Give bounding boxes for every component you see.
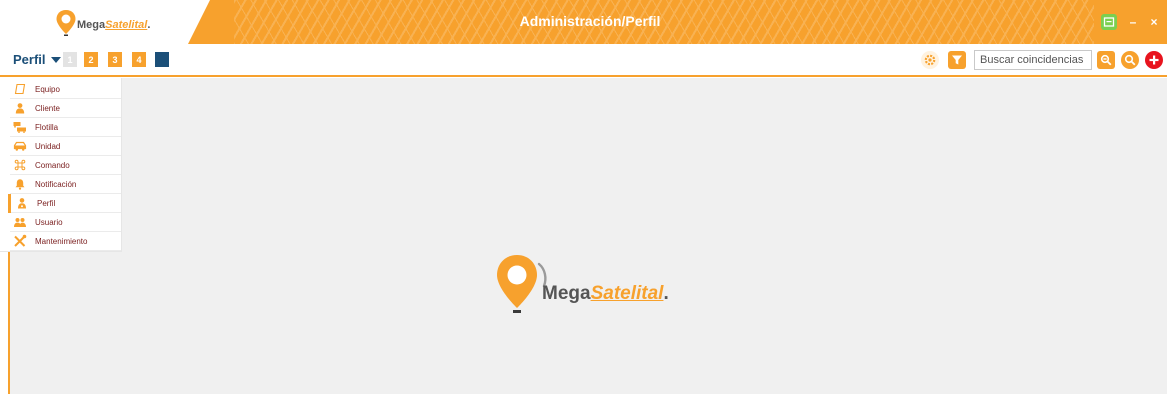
menu-item-label: Cliente	[35, 103, 60, 113]
menu-item-label: Notificación	[35, 179, 77, 189]
menu-item-label: Unidad	[35, 141, 61, 151]
filter-icon[interactable]	[948, 51, 966, 69]
title-bar-logo-panel: MegaSatelital.	[0, 0, 234, 44]
brand-accent: Satelital	[105, 19, 148, 31]
command-icon	[13, 158, 27, 172]
menu-item-label: Mantenimiento	[35, 236, 88, 246]
users-icon	[13, 215, 27, 229]
menu-item-label: Comando	[35, 160, 70, 170]
client-icon	[13, 101, 27, 115]
tools-icon	[13, 234, 27, 248]
bell-icon	[13, 177, 27, 191]
vehicle-icon	[13, 139, 27, 153]
menu-item-label: Perfil	[37, 198, 56, 208]
side-menu: Equipo Cliente Flotilla Unidad Comando N…	[0, 78, 122, 252]
gear-icon[interactable]	[921, 51, 939, 69]
brand-main: Mega	[77, 19, 106, 31]
center-brand-main: Mega	[542, 283, 591, 304]
view-dropdown[interactable]: Perfil	[13, 52, 61, 67]
menu-item-label: Equipo	[35, 84, 60, 94]
center-logo: MegaSatelital.	[493, 250, 703, 316]
close-button[interactable]: ×	[1146, 14, 1162, 30]
app-switch-icon[interactable]	[1101, 14, 1117, 30]
app-brand-name: MegaSatelital.	[77, 13, 150, 37]
page-button-3[interactable]: 3	[108, 52, 122, 67]
page-button-1[interactable]: 1	[63, 52, 77, 67]
active-indicator	[8, 194, 11, 213]
menu-item-equipo[interactable]: Equipo	[10, 80, 121, 99]
center-brand-dot: .	[663, 283, 669, 304]
menu-item-notificacion[interactable]: Notificación	[10, 175, 121, 194]
profile-icon	[15, 196, 29, 210]
page-button-5[interactable]	[155, 52, 169, 67]
zoom-icon[interactable]	[1097, 51, 1115, 69]
view-dropdown-label: Perfil	[13, 52, 46, 67]
title-bar: MegaSatelital. Administración/Perfil – ×	[0, 0, 1167, 44]
search-icon[interactable]	[1121, 51, 1139, 69]
fleet-icon	[13, 120, 27, 134]
center-brand-name: MegaSatelital.	[542, 283, 669, 305]
add-icon[interactable]	[1145, 51, 1163, 69]
menu-item-cliente[interactable]: Cliente	[10, 99, 121, 118]
menu-item-unidad[interactable]: Unidad	[10, 137, 121, 156]
menu-item-comando[interactable]: Comando	[10, 156, 121, 175]
menu-item-flotilla[interactable]: Flotilla	[10, 118, 121, 137]
minimize-button[interactable]: –	[1125, 14, 1141, 30]
device-icon	[13, 82, 27, 96]
chevron-down-icon	[50, 56, 61, 63]
content-area	[10, 78, 1167, 394]
toolbar: Perfil 1 2 3 4	[0, 44, 1167, 77]
app-window: MegaSatelital. Administración/Perfil – ×…	[0, 0, 1167, 394]
page-button-4[interactable]: 4	[132, 52, 146, 67]
location-pin-icon	[56, 10, 76, 36]
menu-item-label: Usuario	[35, 217, 63, 227]
menu-item-usuario[interactable]: Usuario	[10, 213, 121, 232]
menu-item-mantenimiento[interactable]: Mantenimiento	[10, 232, 121, 251]
window-title: Administración/Perfil	[519, 13, 661, 29]
search-input[interactable]	[974, 50, 1092, 70]
center-brand-accent: Satelital	[590, 283, 664, 304]
menu-item-perfil[interactable]: Perfil	[8, 194, 121, 213]
page-button-2[interactable]: 2	[84, 52, 98, 67]
brand-dot: .	[147, 19, 151, 31]
app-logo: MegaSatelital.	[55, 9, 150, 37]
menu-item-label: Flotilla	[35, 122, 59, 132]
